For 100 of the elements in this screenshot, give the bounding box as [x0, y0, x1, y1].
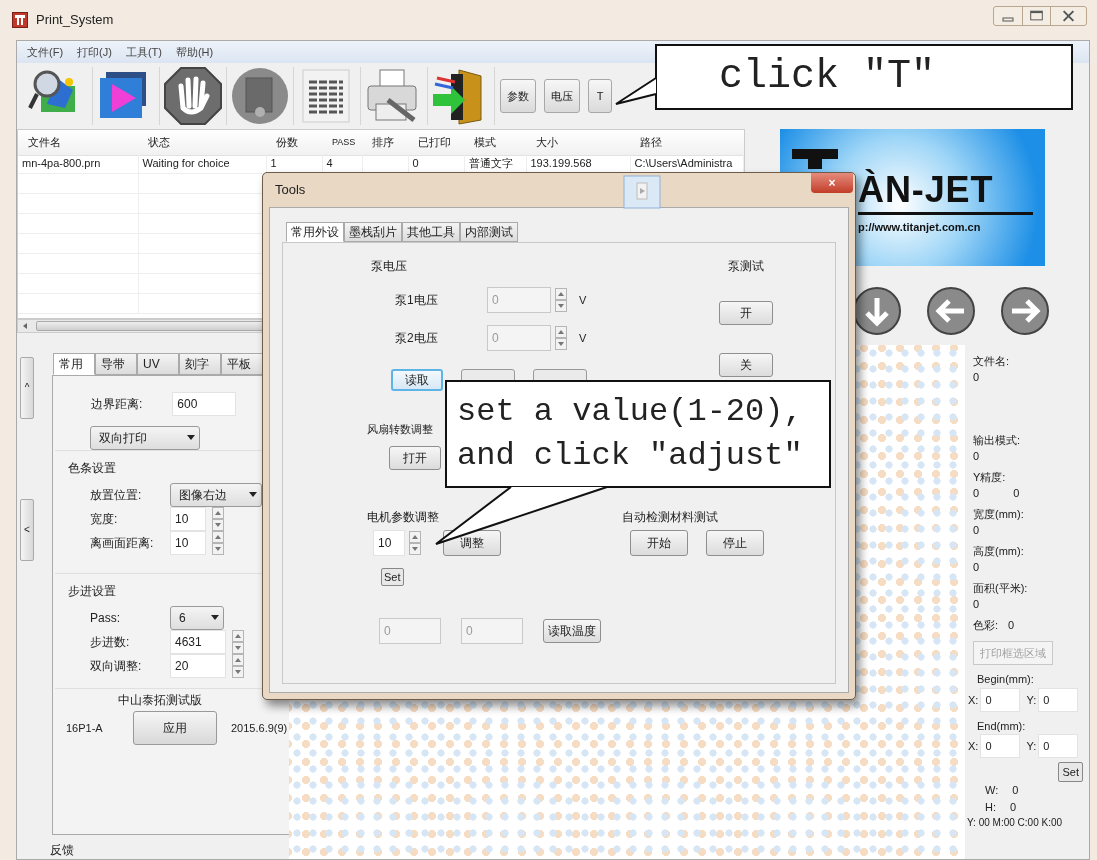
- menu-item[interactable]: 文件(F): [27, 43, 64, 61]
- set-button[interactable]: Set: [381, 567, 404, 586]
- menu-item[interactable]: 帮助(H): [175, 43, 214, 61]
- tab[interactable]: 平板: [221, 353, 263, 375]
- column-header[interactable]: 份数: [266, 129, 322, 156]
- info-value: 0: [973, 523, 980, 539]
- collapse-left-button[interactable]: <: [20, 499, 34, 561]
- caret-icon: [249, 492, 257, 498]
- input-field[interactable]: 10: [170, 531, 206, 555]
- button[interactable]: 开: [719, 301, 773, 325]
- feedback-label: 反馈: [50, 842, 75, 859]
- input-field[interactable]: 0: [1038, 688, 1079, 712]
- tab[interactable]: 常用外设: [286, 222, 344, 242]
- info-value: 0: [1010, 800, 1017, 815]
- ink-levels: Y: 00 M:00 C:00 K:00: [967, 816, 1064, 831]
- group-title: 泵电压: [371, 258, 408, 275]
- table-cell: mn-4pa-800.prn: [22, 157, 101, 170]
- column-header[interactable]: 排序: [362, 129, 408, 156]
- close-button[interactable]: ×: [811, 173, 853, 193]
- toolbar-button[interactable]: T: [588, 78, 612, 113]
- model-label: 16P1-A: [66, 720, 104, 736]
- column-header[interactable]: 文件名: [18, 129, 138, 156]
- input-field[interactable]: 10: [170, 507, 206, 531]
- date-label: 2015.6.9(9): [231, 720, 288, 736]
- dropdown[interactable]: 6: [170, 606, 224, 630]
- info-value: 0: [973, 486, 980, 502]
- spin-buttons[interactable]: [232, 630, 244, 654]
- spin-buttons[interactable]: [232, 654, 244, 678]
- spin-buttons[interactable]: [409, 530, 421, 555]
- info-label: Begin(mm):: [977, 672, 1035, 688]
- dropdown[interactable]: 双向打印: [90, 426, 200, 450]
- menu-item[interactable]: 打印(J): [77, 43, 112, 61]
- table-cell: 193.199.568: [530, 157, 592, 170]
- info-label: 文件名:: [973, 354, 1011, 369]
- field-label: 泵1电压: [395, 292, 439, 309]
- input-field[interactable]: 600: [172, 392, 237, 416]
- column-header[interactable]: PASS: [322, 129, 362, 156]
- input-field[interactable]: 20: [170, 654, 226, 678]
- column-header[interactable]: 模式: [464, 129, 526, 156]
- unit-label: V: [579, 292, 587, 308]
- info-label: Y精度:: [973, 470, 1007, 485]
- callout-tail: [614, 74, 658, 108]
- toolbar-button[interactable]: 参数: [500, 78, 536, 113]
- spin-buttons[interactable]: [212, 507, 224, 531]
- tab[interactable]: 墨栈刮片: [344, 222, 402, 242]
- logo-url: p://www.titanjet.com.cn: [858, 220, 982, 236]
- window-title: Print_System: [36, 11, 114, 30]
- caret-icon: [187, 435, 195, 441]
- table-cell: 1: [270, 157, 277, 170]
- toolbar-button[interactable]: 电压: [544, 78, 580, 113]
- field-label: 泵2电压: [395, 330, 439, 347]
- button[interactable]: 关: [719, 353, 773, 377]
- dialog-title: Tools: [275, 181, 306, 200]
- spin-buttons[interactable]: [555, 326, 567, 350]
- tab[interactable]: 常用: [53, 353, 95, 375]
- column-header[interactable]: 大小: [526, 129, 630, 156]
- caret-icon: [211, 615, 219, 621]
- button[interactable]: 停止: [706, 529, 764, 556]
- field-label: X:: [968, 692, 979, 708]
- input-field[interactable]: 0: [980, 734, 1021, 759]
- input-field[interactable]: 0: [980, 688, 1021, 712]
- field-label: Y:: [1026, 739, 1037, 755]
- group-title: 色条设置: [68, 460, 117, 477]
- info-label: 输出模式:: [973, 433, 1022, 448]
- table-cell: Waiting for choice: [142, 157, 230, 170]
- tab[interactable]: UV: [137, 353, 179, 375]
- column-header[interactable]: 路径: [630, 129, 744, 156]
- field-label: Y:: [1026, 692, 1037, 708]
- tab[interactable]: 内部测试: [460, 222, 518, 242]
- input-field[interactable]: 4631: [170, 630, 226, 654]
- menu-item[interactable]: 工具(T): [125, 43, 162, 61]
- info-label: H:: [985, 800, 996, 815]
- version-label: 中山泰拓测试版: [118, 692, 203, 709]
- spin-buttons[interactable]: [555, 288, 567, 312]
- info-label: 高度(mm):: [973, 544, 1025, 559]
- read-button[interactable]: 读取: [391, 369, 443, 391]
- group-title: 自动检测材料测试: [622, 508, 719, 526]
- tab[interactable]: 导带: [95, 353, 137, 375]
- column-header[interactable]: 状态: [138, 129, 266, 156]
- input-field[interactable]: 0: [1038, 734, 1079, 759]
- apply-button[interactable]: 应用: [133, 711, 217, 745]
- set-button[interactable]: Set: [1058, 762, 1083, 783]
- info-value: 0: [973, 560, 980, 576]
- column-header[interactable]: 已打印: [408, 129, 464, 156]
- dropdown[interactable]: 图像右边: [170, 483, 262, 507]
- field-label: 离画面距离:: [90, 535, 155, 552]
- group-title: 风扇转数调整: [367, 422, 434, 437]
- collapse-up-button[interactable]: ^: [20, 357, 34, 419]
- table-cell: C:\Users\Administra: [634, 157, 733, 170]
- info-label: 面积(平米):: [973, 581, 1029, 596]
- table-cell: 普通文字: [468, 157, 513, 170]
- input-field[interactable]: 10: [373, 529, 405, 556]
- unit-label: V: [579, 330, 587, 346]
- field-label: 放置位置:: [90, 487, 143, 504]
- field-label: Pass:: [90, 610, 121, 627]
- spin-buttons[interactable]: [212, 531, 224, 555]
- button[interactable]: 打开: [389, 445, 441, 470]
- tab[interactable]: 刻字: [179, 353, 221, 375]
- tab[interactable]: 其他工具: [402, 222, 460, 242]
- button[interactable]: 开始: [630, 529, 688, 556]
